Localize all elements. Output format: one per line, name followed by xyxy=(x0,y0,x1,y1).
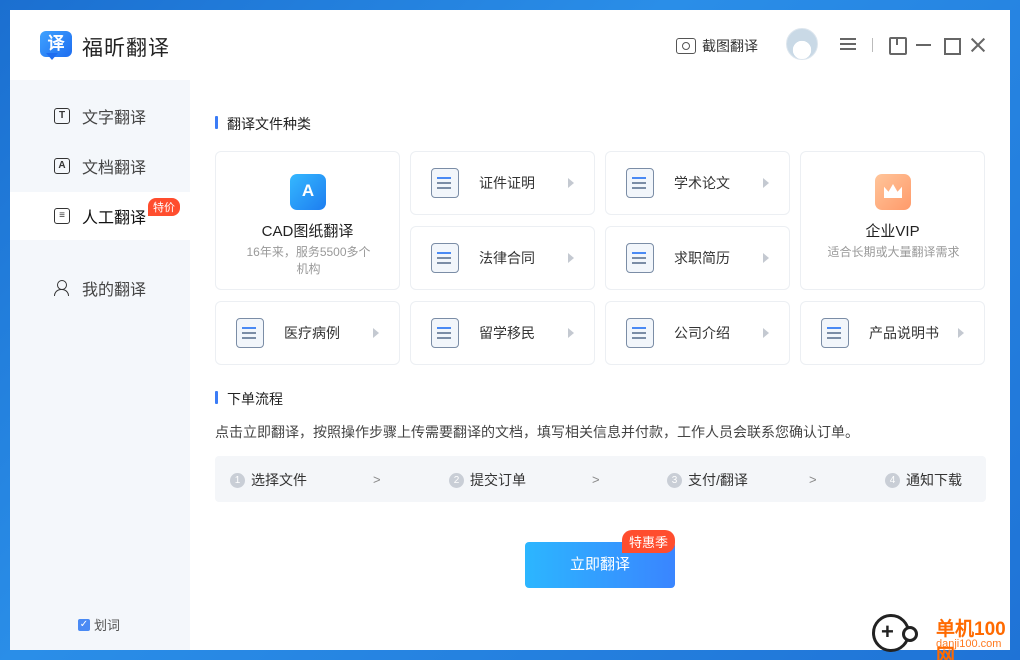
card-title: 企业VIP xyxy=(865,223,920,240)
sidebar-item-label: 我的翻译 xyxy=(82,282,147,299)
screenshot-translate-button[interactable]: 截图翻译 xyxy=(676,36,758,56)
divider xyxy=(872,38,873,52)
word-pick-label: 划词 xyxy=(94,618,121,633)
user-avatar[interactable] xyxy=(786,28,818,60)
watermark-url: danji100.com xyxy=(936,638,1002,650)
step-separator: > xyxy=(809,472,817,487)
card-label: 法律合同 xyxy=(479,250,535,266)
special-price-badge: 特价 xyxy=(148,198,180,216)
step-number: 1 xyxy=(230,472,245,488)
arrow-right-icon xyxy=(763,328,769,338)
menu-icon[interactable] xyxy=(838,35,858,55)
card-medical-record[interactable]: 医疗病例 xyxy=(215,301,400,365)
company-icon xyxy=(626,318,654,348)
arrow-right-icon xyxy=(568,253,574,263)
passport-icon xyxy=(431,318,459,348)
cad-icon: A xyxy=(290,174,326,210)
card-label: 学术论文 xyxy=(674,175,730,191)
paper-icon xyxy=(626,168,654,198)
step-number: 3 xyxy=(667,472,682,488)
minimize-icon[interactable] xyxy=(914,35,934,55)
app-logo: 译 xyxy=(40,31,74,61)
step-label: 选择文件 xyxy=(251,472,307,488)
medical-icon xyxy=(236,318,264,348)
manual-icon xyxy=(821,318,849,348)
arrow-right-icon xyxy=(763,178,769,188)
process-description: 点击立即翻译，按照操作步骤上传需要翻译的文档，填写相关信息并付款，工作人员会联系… xyxy=(215,424,859,440)
camera-icon xyxy=(676,38,696,54)
card-legal-contract[interactable]: 法律合同 xyxy=(410,226,595,290)
checkmark-icon: ✓ xyxy=(78,618,90,631)
doc-translate-icon: A xyxy=(54,158,70,174)
arrow-right-icon xyxy=(568,178,574,188)
sidebar-item-label: 人工翻译 xyxy=(82,210,147,227)
section-title-order-process: 下单流程 xyxy=(215,389,283,409)
card-study-immigration[interactable]: 留学移民 xyxy=(410,301,595,365)
card-enterprise-vip[interactable]: 企业VIP 适合长期或大量翻译需求 xyxy=(800,151,985,290)
sidebar-item-human-translate[interactable]: ≡ 人工翻译 特价 xyxy=(10,192,190,240)
app-title: 福昕翻译 xyxy=(82,37,170,60)
id-card-icon xyxy=(431,168,459,198)
screenshot-translate-label: 截图翻译 xyxy=(702,38,758,54)
card-product-manual[interactable]: 产品说明书 xyxy=(800,301,985,365)
card-desc: 16年来，服务5500多个机构 xyxy=(246,245,371,276)
title-bar: 译 福昕翻译 截图翻译 xyxy=(10,10,1010,80)
arrow-right-icon xyxy=(763,253,769,263)
card-company-intro[interactable]: 公司介绍 xyxy=(605,301,790,365)
sidebar-item-label: 文字翻译 xyxy=(82,110,147,127)
step-separator: > xyxy=(592,472,600,487)
maximize-icon[interactable] xyxy=(941,35,961,55)
step-label: 通知下载 xyxy=(906,472,962,488)
arrow-right-icon xyxy=(373,328,379,338)
sidebar-item-doc-translate[interactable]: A 文档翻译 xyxy=(10,142,190,190)
step-label: 提交订单 xyxy=(470,472,526,488)
card-cad-translate[interactable]: A CAD图纸翻译 16年来，服务5500多个机构 xyxy=(215,151,400,290)
sidebar-item-my-translate[interactable]: 我的翻译 xyxy=(10,264,190,312)
card-label: 留学移民 xyxy=(479,325,535,341)
step-number: 4 xyxy=(885,472,900,488)
pin-window-icon[interactable] xyxy=(887,35,907,55)
my-translate-icon xyxy=(54,280,70,296)
card-resume[interactable]: 求职简历 xyxy=(605,226,790,290)
step-select-file: 1 选择文件 xyxy=(230,470,307,490)
card-academic-paper[interactable]: 学术论文 xyxy=(605,151,790,215)
app-window: 译 福昕翻译 截图翻译 T 文字翻译 A 文档翻译 ≡ 人工翻译 特价 我的翻译… xyxy=(10,10,1010,650)
step-pay-translate: 3 支付/翻译 xyxy=(667,470,748,490)
special-season-badge: 特惠季 xyxy=(622,530,676,553)
sidebar-item-text-translate[interactable]: T 文字翻译 xyxy=(10,92,190,140)
card-title: CAD图纸翻译 xyxy=(261,223,354,240)
section-title-file-types: 翻译文件种类 xyxy=(215,114,311,134)
watermark-logo: 单机100网 danji100.com xyxy=(864,612,1014,660)
step-submit-order: 2 提交订单 xyxy=(449,470,526,490)
card-label: 医疗病例 xyxy=(284,325,340,341)
arrow-right-icon xyxy=(958,328,964,338)
resume-icon xyxy=(626,243,654,273)
word-pick-checkbox[interactable]: ✓ 划词 xyxy=(78,615,120,634)
card-label: 公司介绍 xyxy=(674,325,730,341)
card-label: 求职简历 xyxy=(674,250,730,266)
step-notify-download: 4 通知下载 xyxy=(885,470,962,490)
card-desc: 适合长期或大量翻译需求 xyxy=(827,245,960,259)
card-certificate[interactable]: 证件证明 xyxy=(410,151,595,215)
step-label: 支付/翻译 xyxy=(688,472,748,488)
card-label: 证件证明 xyxy=(479,175,535,191)
step-number: 2 xyxy=(449,472,464,488)
sidebar: T 文字翻译 A 文档翻译 ≡ 人工翻译 特价 我的翻译 xyxy=(10,80,190,650)
step-separator: > xyxy=(373,472,381,487)
card-label: 产品说明书 xyxy=(869,325,939,341)
text-translate-icon: T xyxy=(54,108,70,124)
sidebar-item-label: 文档翻译 xyxy=(82,160,147,177)
order-steps: 1 选择文件 > 2 提交订单 > 3 支付/翻译 > 4 通知下载 xyxy=(215,456,986,502)
human-translate-icon: ≡ xyxy=(54,208,70,224)
close-icon[interactable] xyxy=(968,35,988,55)
arrow-right-icon xyxy=(568,328,574,338)
contract-icon xyxy=(431,243,459,273)
crown-icon xyxy=(875,174,911,210)
watermark-text: 单机100网 xyxy=(936,619,1006,660)
